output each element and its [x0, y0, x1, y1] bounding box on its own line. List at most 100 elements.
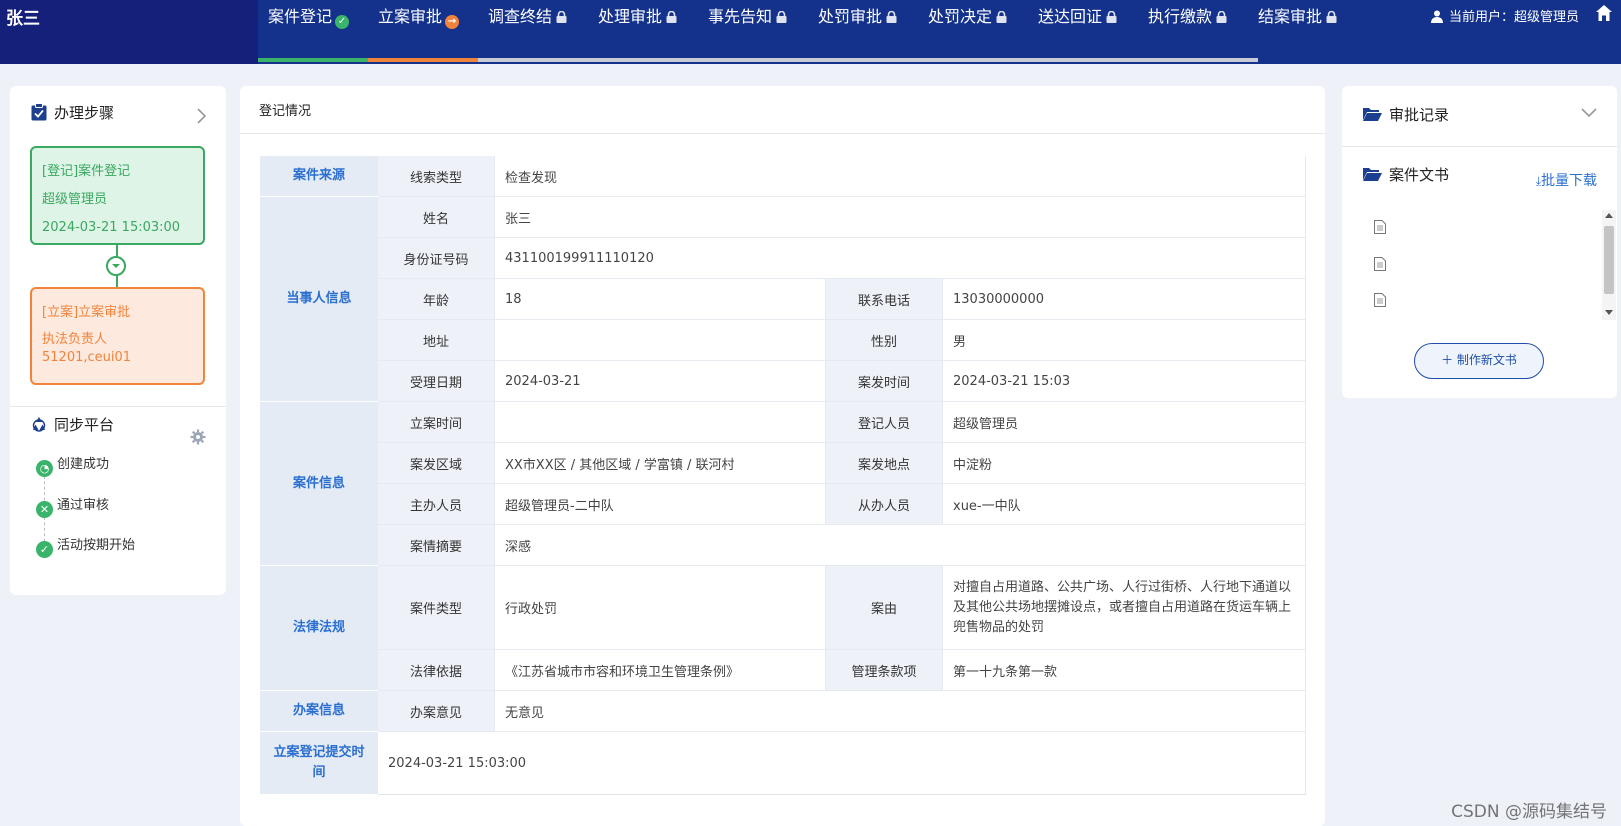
home-icon[interactable] [1595, 4, 1613, 22]
check-icon: ✓ [335, 15, 350, 29]
field-value: 第一十九条第一款 [943, 650, 1306, 690]
field-label: 从办人员 [826, 484, 943, 524]
card-title: [登记]案件登记 [42, 164, 131, 179]
field-label: 立案时间 [378, 402, 495, 442]
watermark: CSDN @源码集结号 [1451, 802, 1607, 822]
step-label: 事先告知 [708, 7, 773, 26]
current-user[interactable]: 当前用户：超级管理员 [1430, 6, 1579, 25]
step-label: 送达回证 [1038, 7, 1103, 26]
field-value: 18 [495, 279, 826, 319]
field-label: 案发地点 [826, 443, 943, 483]
field-value: 检查发现 [495, 156, 1306, 196]
gear-icon[interactable] [190, 429, 206, 445]
chevron-right-icon[interactable] [196, 108, 206, 124]
section-laws: 法律法规 [260, 566, 378, 691]
sync-item-reviewed: ✕ 通过审核 [36, 497, 110, 518]
field-value: 深感 [495, 525, 1306, 565]
field-label: 案件类型 [378, 566, 495, 649]
table-row: 案情摘要 深感 [378, 525, 1306, 566]
field-label: 管理条款项 [826, 650, 943, 690]
sync-item-label: 通过审核 [57, 498, 110, 513]
lock-icon [556, 11, 567, 23]
step-investigation-end[interactable]: 调查终结 [478, 0, 588, 64]
field-label: 联系电话 [826, 279, 943, 319]
check-circle-icon: ✓ [36, 541, 53, 558]
step-card-filing[interactable]: [立案]立案审批 执法负责人 51201,ceui01 [30, 287, 205, 385]
table-row: 年龄 18 联系电话 13030000000 [378, 279, 1306, 320]
step-card-registration[interactable]: [登记]案件登记 超级管理员 2024-03-21 15:03:00 [30, 146, 205, 245]
sync-item-created: ◔ 创建成功 [36, 456, 110, 477]
registration-title: 登记情况 [259, 104, 312, 119]
step-label: 处理审批 [598, 7, 663, 26]
document-icon[interactable] [1374, 220, 1386, 234]
field-value [495, 402, 826, 442]
case-documents-title: 案件文书 [1389, 166, 1450, 184]
records-panel: 审批记录 案件文书 ⤓批量下载 ＋ 制作新文书 [1342, 86, 1617, 398]
title-divider [240, 133, 1325, 134]
records-divider [1342, 146, 1617, 147]
step-label: 处罚决定 [928, 7, 993, 26]
folder-open-icon [1363, 168, 1382, 181]
table-row: 姓名 张三 [378, 197, 1306, 238]
batch-download-label: 批量下载 [1541, 173, 1597, 189]
table-row: 法律依据 《江苏省城市市容和环境卫生管理条例》 管理条款项 第一十九条第一款 [378, 650, 1306, 691]
table-row: 地址 性别 男 [378, 320, 1306, 361]
step-handling-approval[interactable]: 处理审批 [588, 0, 698, 64]
batch-download-link[interactable]: ⤓批量下载 [1536, 170, 1597, 190]
step-closing-approval[interactable]: 结案审批 [1248, 0, 1358, 64]
field-label: 线索类型 [378, 156, 495, 196]
approval-records-header[interactable]: 审批记录 [1362, 104, 1449, 125]
table-row: 身份证号码 431100199911110120 [378, 238, 1306, 279]
scrollbar-thumb[interactable] [1604, 226, 1614, 294]
sync-item-label: 创建成功 [57, 457, 110, 472]
document-icon[interactable] [1374, 257, 1386, 271]
field-value: xue-一中队 [943, 484, 1306, 524]
field-label: 主办人员 [378, 484, 495, 524]
lock-icon [1326, 11, 1337, 23]
field-label: 身份证号码 [378, 238, 495, 278]
field-value: 2024-03-21 [495, 361, 826, 401]
scroll-down-arrow-icon[interactable] [1605, 310, 1613, 315]
lock-icon [1106, 11, 1117, 23]
section-party-info: 当事人信息 [260, 197, 378, 402]
field-label: 案发时间 [826, 361, 943, 401]
field-label: 法律依据 [378, 650, 495, 690]
step-filing-approval[interactable]: 立案审批 → [368, 0, 478, 64]
card-operator: 执法负责人 [42, 332, 108, 347]
step-case-registration[interactable]: 案件登记 ✓ [258, 0, 368, 64]
field-value: 2024-03-21 15:03:00 [378, 732, 1306, 794]
brand-title: 张三 [6, 9, 40, 29]
scroll-up-arrow-icon[interactable] [1605, 213, 1613, 218]
chevron-down-circle-icon [106, 256, 126, 276]
step-label: 处罚审批 [818, 7, 883, 26]
step-penalty-approval[interactable]: 处罚审批 [808, 0, 918, 64]
table-row: 主办人员 超级管理员-二中队 从办人员 xue-一中队 [378, 484, 1306, 525]
recycle-icon [32, 417, 46, 432]
field-value: 超级管理员 [943, 402, 1306, 442]
registration-panel: 登记情况 案件来源 当事人信息 案件信息 法律法规 办案信息 立案登记提交时间 … [240, 86, 1325, 826]
table-row: 受理日期 2024-03-21 案发时间 2024-03-21 15:03 [378, 361, 1306, 402]
lock-icon [1216, 11, 1227, 23]
table-row: 案发区域 XX市XX区 / 其他区域 / 学富镇 / 联河村 案发地点 中淀粉 [378, 443, 1306, 484]
step-service-receipt[interactable]: 送达回证 [1028, 0, 1138, 64]
table-row: 2024-03-21 15:03:00 [378, 732, 1306, 795]
document-icon[interactable] [1374, 293, 1386, 307]
create-document-button[interactable]: ＋ 制作新文书 [1414, 343, 1544, 379]
step-prior-notice[interactable]: 事先告知 [698, 0, 808, 64]
field-value: 中淀粉 [943, 443, 1306, 483]
chevron-down-icon[interactable] [1581, 108, 1597, 118]
step-penalty-decision[interactable]: 处罚决定 [918, 0, 1028, 64]
plus-icon: ＋ [1441, 353, 1457, 367]
section-case-source: 案件来源 [260, 156, 378, 197]
user-icon [1430, 10, 1443, 23]
case-documents-header: 案件文书 [1362, 164, 1449, 185]
lock-icon [776, 11, 787, 23]
field-label: 案发区域 [378, 443, 495, 483]
step-payment-execution[interactable]: 执行缴款 [1138, 0, 1248, 64]
process-steps-panel: 办理步骤 [登记]案件登记 超级管理员 2024-03-21 15:03:00 … [10, 86, 226, 595]
field-value: 对擅自占用道路、公共广场、人行过街桥、人行地下通道以及其他公共场地摆摊设点，或者… [943, 566, 1306, 649]
section-divider [10, 406, 226, 407]
step-label: 结案审批 [1258, 7, 1323, 26]
table-row: 线索类型 检查发现 [378, 156, 1306, 197]
create-document-label: 制作新文书 [1456, 353, 1517, 367]
